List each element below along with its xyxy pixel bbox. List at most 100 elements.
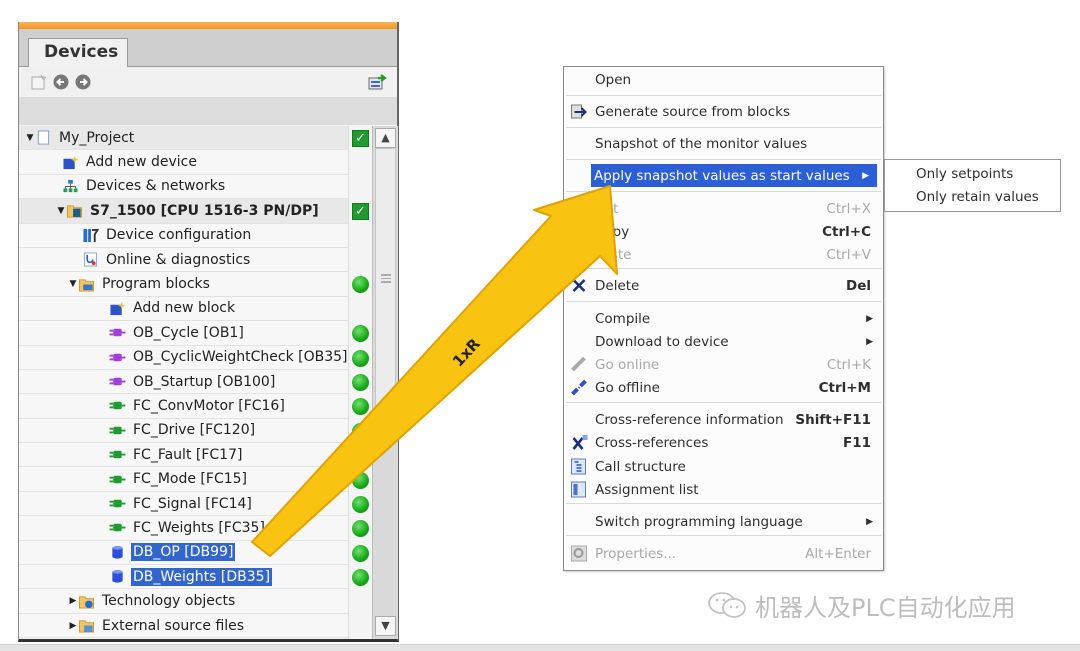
status-column: ✓ ✓ (348, 126, 372, 639)
expand-right-icon[interactable]: ▶ (68, 596, 78, 606)
forward-icon[interactable] (75, 74, 91, 90)
tree-item[interactable]: FC_Signal [FC14] (19, 491, 348, 517)
ob-icon (109, 350, 126, 365)
tree-item[interactable]: ▼ My_Project (19, 126, 348, 151)
tree-item[interactable]: ▶ Technology objects (19, 589, 348, 614)
export-icon[interactable] (368, 74, 388, 90)
submenu-item-only-retain-values[interactable]: Only retain values (916, 189, 1039, 205)
menu-item-label: Open (595, 71, 632, 88)
menu-item-paste[interactable]: Paste Ctrl+V (566, 243, 881, 266)
menu-item-label: Go online (595, 356, 660, 373)
scroll-up-button[interactable]: ▲ (375, 128, 396, 148)
scroll-down-button[interactable]: ▼ (375, 616, 396, 636)
submenu-item-only-setpoints[interactable]: Only setpoints (916, 166, 1013, 182)
status-ok-check-icon: ✓ (352, 130, 369, 147)
status-green-dot-icon (352, 569, 369, 587)
status-green-dot-icon (352, 520, 369, 538)
expand-right-icon[interactable]: ▶ (68, 621, 78, 631)
menu-item-label: Go offline (595, 379, 660, 396)
new-item-icon[interactable] (31, 74, 47, 90)
menu-item-copy[interactable]: Copy Ctrl+C (566, 220, 881, 243)
tree-item-label: S7_1500 [CPU 1516-3 PN/DP] (90, 202, 319, 219)
tree-item[interactable]: Add new block (19, 296, 348, 322)
tree-item[interactable]: FC_Drive [FC120] (19, 418, 348, 444)
tree-item-label: FC_Drive [FC120] (133, 422, 256, 439)
menu-item-compile[interactable]: Compile ▶ (566, 307, 881, 330)
tree-item[interactable]: OB_Cycle [OB1] (19, 321, 348, 346)
tree-item[interactable]: DB_OP [DB99] (19, 540, 348, 566)
bottom-strip (0, 644, 1080, 651)
menu-item-cross-references[interactable]: Cross-references F11 (566, 431, 881, 454)
menu-item-assignment-list[interactable]: Assignment list (566, 478, 881, 501)
expand-down-icon[interactable]: ▼ (68, 279, 78, 289)
status-green-dot-icon (352, 374, 369, 391)
tree-item[interactable]: FC_Fault [FC17] (19, 443, 348, 468)
menu-item-go-offline[interactable]: Go offline Ctrl+M (566, 376, 881, 399)
menu-item-label: Cross-reference information (595, 411, 784, 428)
menu-item-download-to-device[interactable]: Download to device ▶ (566, 330, 881, 353)
expand-down-icon[interactable]: ▼ (56, 206, 66, 216)
tab-strip: Devices (19, 29, 397, 68)
tree-scrollbar[interactable]: ▲ ▼ (372, 126, 398, 639)
tree-item[interactable]: FC_ConvMotor [FC16] (19, 394, 348, 419)
fc-icon (109, 472, 126, 487)
tech-folder-icon (78, 594, 95, 609)
menu-item-snapshot-of-the-monitor-values[interactable]: Snapshot of the monitor values (566, 132, 881, 155)
menu-item-shortcut: Alt+Enter (805, 545, 871, 562)
menu-item-cross-reference-information[interactable]: Cross-reference information Shift+F11 (566, 408, 881, 431)
tree-item[interactable]: ▼ Program blocks (19, 272, 348, 297)
submenu-arrow-icon: ▶ (866, 336, 873, 347)
tree-item[interactable]: Devices & networks (19, 174, 348, 200)
menu-item-delete[interactable]: Delete Del (566, 274, 881, 297)
back-icon[interactable] (53, 74, 69, 90)
menu-item-label: Cross-references (595, 434, 709, 451)
tree-item[interactable]: ▼ S7_1500 [CPU 1516-3 PN/DP] (19, 199, 348, 224)
tree-item[interactable]: DB_Weights [DB35] (19, 565, 348, 590)
status-green-dot-icon (352, 325, 369, 343)
status-green-dot-icon (352, 447, 369, 465)
fc-icon (109, 447, 126, 462)
menu-item-shortcut: Ctrl+M (818, 379, 871, 396)
tree-item[interactable]: Device configuration (19, 223, 348, 248)
menu-item-shortcut: Ctrl+X (826, 200, 871, 217)
menu-item-open[interactable]: Open (566, 68, 881, 91)
menu-item-apply-snapshot-values-as-start-values[interactable]: Apply snapshot values as start values ▶ (591, 164, 877, 187)
menu-item-cut[interactable]: Cut Ctrl+X (566, 197, 881, 220)
menu-item-label: Switch programming language (595, 513, 803, 530)
tree-item[interactable]: OB_Startup [OB100] (19, 369, 348, 395)
expand-down-icon[interactable]: ▼ (25, 133, 35, 143)
tree-item[interactable]: OB_CyclicWeightCheck [OB35] (19, 345, 348, 370)
submenu-arrow-icon: ▶ (862, 170, 869, 181)
tab-devices[interactable]: Devices (28, 38, 128, 68)
go-offline-icon (570, 379, 588, 396)
menu-item-properties[interactable]: Properties... Alt+Enter (566, 542, 881, 565)
tree-item[interactable]: FC_Mode [FC15] (19, 467, 348, 492)
cross-references-icon (570, 434, 588, 451)
grip-icon (381, 274, 391, 283)
tree-item[interactable]: FC_Weights [FC35] (19, 516, 348, 541)
tree-item[interactable]: ▶ External source files (19, 613, 348, 639)
annotation-label: 1xR (449, 335, 484, 371)
devices-panel: Devices ▼ My_Project Add new device Devices… (18, 22, 399, 642)
menu-item-switch-programming-language[interactable]: Switch programming language ▶ (566, 510, 881, 533)
paste-icon (570, 246, 588, 263)
scroll-thumb[interactable] (375, 148, 396, 416)
watermark: 机器人及PLC自动化应用 (707, 588, 1016, 623)
status-green-dot-icon (352, 496, 369, 513)
cpu-folder-icon (66, 203, 83, 218)
menu-separator (566, 268, 881, 269)
tree-item-label: My_Project (59, 129, 135, 146)
status-green-dot-icon (352, 422, 369, 440)
menu-item-go-online[interactable]: Go online Ctrl+K (566, 353, 881, 376)
menu-item-label: Delete (595, 277, 640, 294)
tree-item[interactable]: Online & diagnostics (19, 247, 348, 273)
menu-item-call-structure[interactable]: Call structure (566, 455, 881, 478)
menu-item-generate-source-from-blocks[interactable]: Generate source from blocks (566, 100, 881, 123)
tree-item-label: OB_Startup [OB100] (133, 373, 276, 390)
go-online-icon (570, 356, 588, 373)
tree-item-label: Add new block (133, 300, 236, 317)
project-tree: ▼ My_Project Add new device Devices & netwo… (19, 126, 348, 639)
menu-item-label: Generate source from blocks (595, 103, 791, 120)
fc-icon (109, 398, 126, 413)
tree-item[interactable]: Add new device (19, 150, 348, 175)
